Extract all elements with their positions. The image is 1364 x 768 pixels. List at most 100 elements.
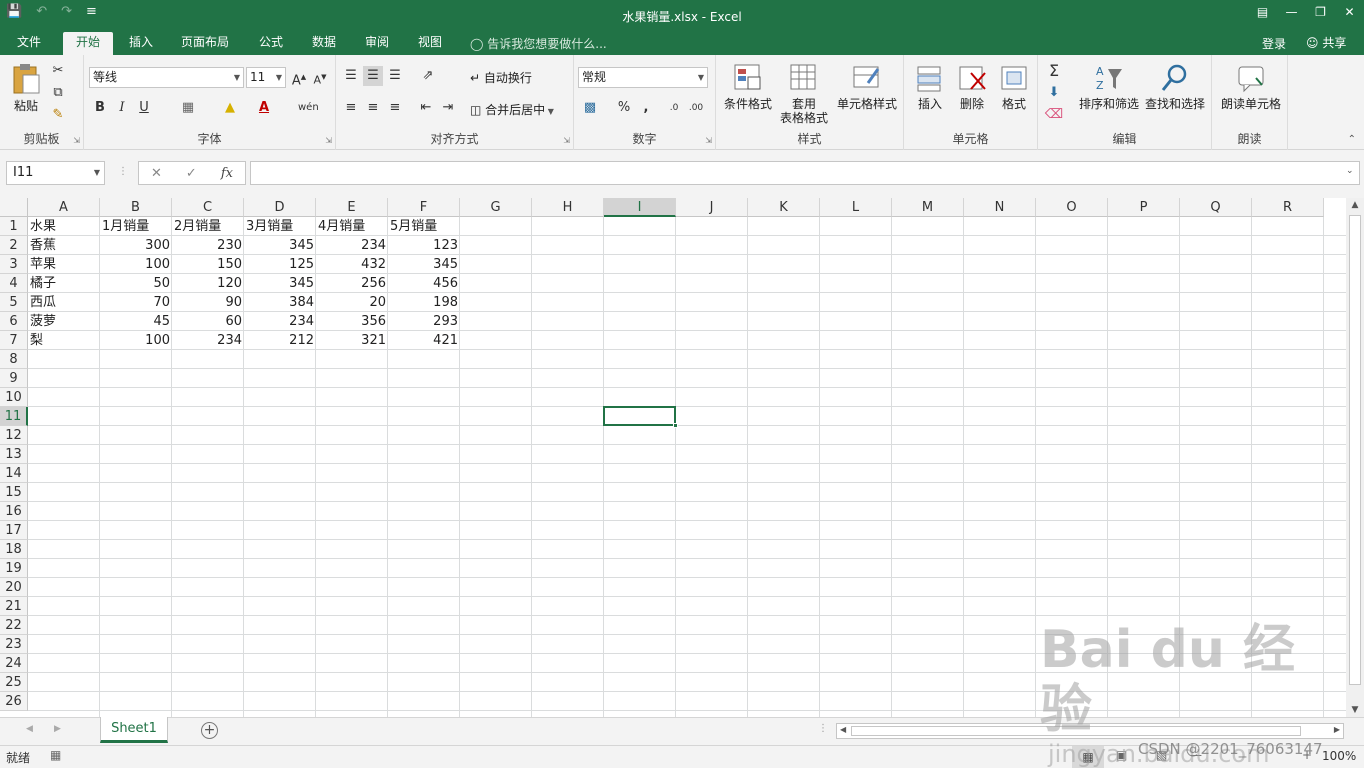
paste-button[interactable]: 粘贴 <box>8 63 44 113</box>
column-header[interactable]: E <box>316 198 388 217</box>
row-header[interactable]: 21 <box>0 597 28 616</box>
align-top-icon[interactable]: ☰ <box>341 66 361 86</box>
tab-page-layout[interactable]: 页面布局 <box>170 32 240 55</box>
formula-input[interactable] <box>250 161 1360 185</box>
next-sheet-icon[interactable]: ▶ <box>54 724 61 734</box>
horizontal-scrollbar[interactable]: ◀ ▶ <box>836 723 1344 739</box>
row-header[interactable]: 13 <box>0 445 28 464</box>
row-header[interactable]: 5 <box>0 293 28 312</box>
splitter-icon[interactable]: ⋮ <box>818 723 828 734</box>
column-header[interactable]: M <box>892 198 964 217</box>
splitter-icon[interactable]: ⋮ <box>118 166 128 177</box>
row-header[interactable]: 24 <box>0 654 28 673</box>
align-bottom-icon[interactable]: ☰ <box>385 66 405 86</box>
sales-value-cell[interactable]: 456 <box>388 274 460 293</box>
fruit-name-cell[interactable]: 香蕉 <box>28 236 100 255</box>
row-header[interactable]: 2 <box>0 236 28 255</box>
underline-button[interactable]: U <box>134 98 154 118</box>
collapse-ribbon-icon[interactable]: ⌃ <box>1348 134 1356 145</box>
share-button[interactable]: ☺ 共享 <box>1300 33 1352 54</box>
dialog-launcher-icon[interactable]: ⇲ <box>325 136 332 145</box>
sales-value-cell[interactable]: 50 <box>100 274 172 293</box>
column-header[interactable]: B <box>100 198 172 217</box>
ribbon-display-options-icon[interactable]: ▤ <box>1248 0 1277 24</box>
header-cell[interactable]: 水果 <box>28 217 100 236</box>
decrease-font-icon[interactable]: A▼ <box>310 67 330 87</box>
fruit-name-cell[interactable]: 西瓜 <box>28 293 100 312</box>
fruit-name-cell[interactable]: 梨 <box>28 331 100 350</box>
number-format-select[interactable]: 常规 ▼ <box>578 67 708 88</box>
border-icon[interactable]: ▦ <box>178 98 198 118</box>
column-header[interactable]: I <box>604 198 676 217</box>
conditional-formatting-button[interactable]: 条件格式 <box>720 63 776 111</box>
header-cell[interactable]: 3月销量 <box>244 217 316 236</box>
italic-button[interactable]: I <box>112 98 132 118</box>
sales-value-cell[interactable]: 60 <box>172 312 244 331</box>
column-header[interactable]: Q <box>1180 198 1252 217</box>
column-header[interactable]: C <box>172 198 244 217</box>
font-size-select[interactable]: 11 ▼ <box>246 67 286 88</box>
fill-handle[interactable] <box>673 423 678 428</box>
fruit-name-cell[interactable]: 菠萝 <box>28 312 100 331</box>
header-cell[interactable]: 2月销量 <box>172 217 244 236</box>
hscroll-thumb[interactable] <box>851 726 1301 736</box>
format-cells-button[interactable]: 格式 <box>994 63 1034 111</box>
sales-value-cell[interactable]: 432 <box>316 255 388 274</box>
row-header[interactable]: 16 <box>0 502 28 521</box>
insert-cells-button[interactable]: 插入 <box>910 63 950 111</box>
cut-icon[interactable]: ✂ <box>48 61 68 81</box>
insert-function-button[interactable]: fx <box>221 166 233 181</box>
phonetic-icon[interactable]: wén <box>298 98 319 118</box>
accounting-format-icon[interactable]: ▩ <box>580 98 600 118</box>
sales-value-cell[interactable]: 234 <box>172 331 244 350</box>
zoom-level[interactable]: 100% <box>1322 749 1356 763</box>
tab-insert[interactable]: 插入 <box>118 32 164 55</box>
row-header[interactable]: 10 <box>0 388 28 407</box>
minimize-button[interactable]: — <box>1277 0 1306 24</box>
dialog-launcher-icon[interactable]: ⇲ <box>705 136 712 145</box>
align-middle-icon[interactable]: ☰ <box>363 66 383 86</box>
login-link[interactable]: 登录 <box>1262 35 1286 52</box>
enter-icon[interactable]: ✓ <box>186 166 197 181</box>
fruit-name-cell[interactable]: 苹果 <box>28 255 100 274</box>
autosum-icon[interactable]: Σ <box>1044 61 1064 81</box>
percent-button[interactable]: % <box>614 98 634 118</box>
vertical-scrollbar[interactable]: ▲ ▼ <box>1346 198 1364 717</box>
sales-value-cell[interactable]: 70 <box>100 293 172 312</box>
row-header[interactable]: 19 <box>0 559 28 578</box>
select-all-corner[interactable] <box>0 198 28 217</box>
tab-view[interactable]: 视图 <box>408 32 452 55</box>
sales-value-cell[interactable]: 198 <box>388 293 460 312</box>
merge-center-button[interactable]: ◫ 合并后居中 ▼ <box>470 101 554 118</box>
scroll-down-icon[interactable]: ▼ <box>1346 705 1364 715</box>
sales-value-cell[interactable]: 20 <box>316 293 388 312</box>
tab-review[interactable]: 审阅 <box>355 32 399 55</box>
normal-view-icon[interactable]: ▦ <box>1072 746 1104 768</box>
column-header[interactable]: F <box>388 198 460 217</box>
wrap-text-button[interactable]: ↵ 自动换行 <box>470 69 532 86</box>
sales-value-cell[interactable]: 150 <box>172 255 244 274</box>
font-name-select[interactable]: 等线 ▼ <box>89 67 244 88</box>
sales-value-cell[interactable]: 212 <box>244 331 316 350</box>
copy-icon[interactable]: ⧉ <box>48 83 68 103</box>
sales-value-cell[interactable]: 100 <box>100 331 172 350</box>
header-cell[interactable]: 5月销量 <box>388 217 460 236</box>
row-header[interactable]: 20 <box>0 578 28 597</box>
row-header[interactable]: 8 <box>0 350 28 369</box>
sales-value-cell[interactable]: 256 <box>316 274 388 293</box>
restore-button[interactable]: ❐ <box>1306 0 1335 24</box>
sales-value-cell[interactable]: 123 <box>388 236 460 255</box>
name-box[interactable]: I11 ▼ <box>6 161 105 185</box>
worksheet-grid[interactable]: A B C D E F G H I J K L M N O P Q R 1 2 3 4 5 6 7 8 9 10 11 12 13 14 15 1… <box>0 198 1346 717</box>
row-header[interactable]: 4 <box>0 274 28 293</box>
align-center-icon[interactable]: ≡ <box>363 98 383 118</box>
decrease-indent-icon[interactable]: ⇤ <box>416 98 436 118</box>
expand-formula-icon[interactable]: ⌄ <box>1346 166 1354 176</box>
fruit-name-cell[interactable]: 橘子 <box>28 274 100 293</box>
sales-value-cell[interactable]: 234 <box>316 236 388 255</box>
sales-value-cell[interactable]: 321 <box>316 331 388 350</box>
sales-value-cell[interactable]: 45 <box>100 312 172 331</box>
align-right-icon[interactable]: ≡ <box>385 98 405 118</box>
sales-value-cell[interactable]: 293 <box>388 312 460 331</box>
row-header[interactable]: 17 <box>0 521 28 540</box>
